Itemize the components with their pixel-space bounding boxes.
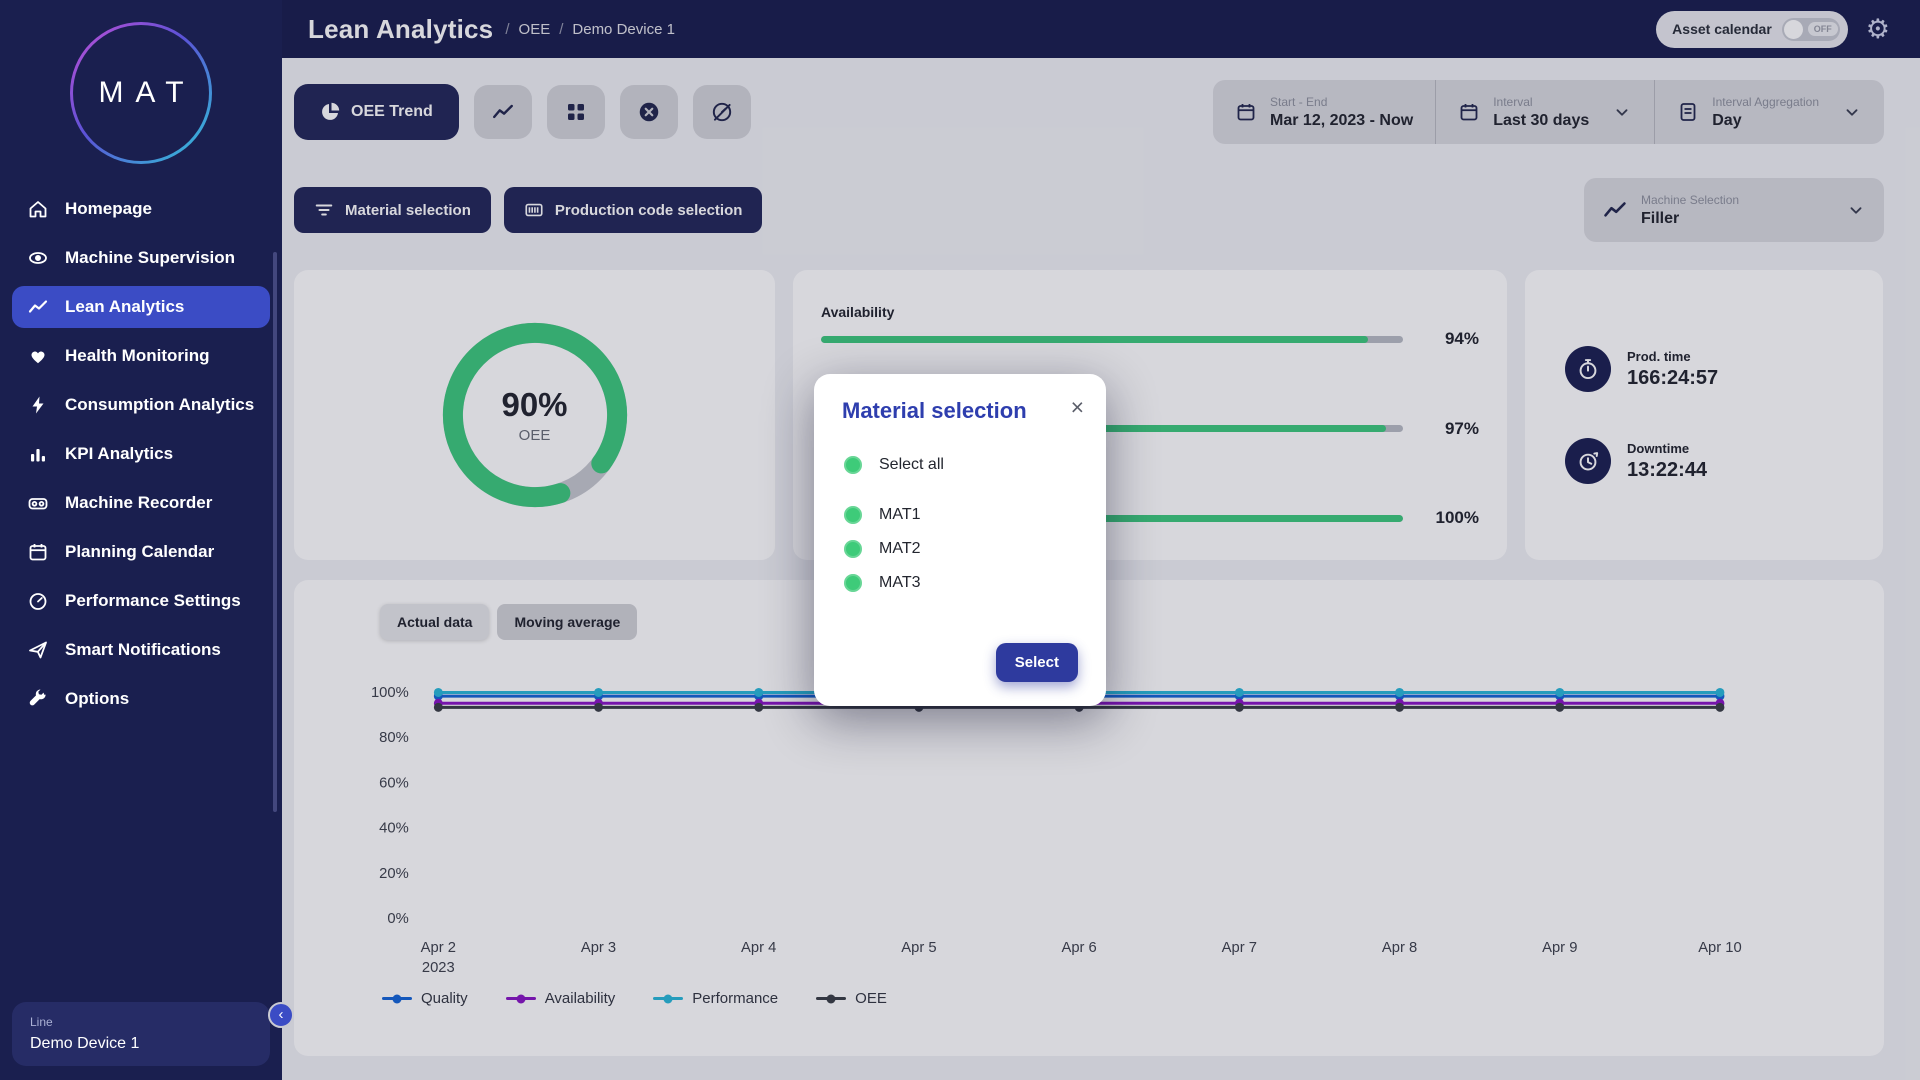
option-label: MAT2 [879,540,920,558]
sidebar-item-homepage[interactable]: Homepage [12,188,270,230]
material-selection-modal: Material selection × Select all MAT1 MAT… [814,374,1106,706]
sidebar-item-performance-settings[interactable]: Performance Settings [12,580,270,622]
sidebar-item-label: Machine Recorder [65,493,212,513]
logo: MAT [70,22,212,164]
sidebar-item-label: Health Monitoring [65,346,209,366]
sidebar-item-label: Smart Notifications [65,640,221,660]
sidebar-item-health-monitoring[interactable]: Health Monitoring [12,335,270,377]
sidebar-item-lean-analytics[interactable]: Lean Analytics [12,286,270,328]
close-icon[interactable]: × [1071,396,1084,419]
home-icon [26,198,50,220]
send-icon [26,639,50,661]
trend-icon [26,296,50,318]
sidebar: MAT Homepage Machine Supervision Lean An… [0,0,282,1080]
select-button[interactable]: Select [996,643,1078,682]
radio-selected-icon [844,540,862,558]
sidebar-item-label: Planning Calendar [65,542,214,562]
sidebar-item-planning-calendar[interactable]: Planning Calendar [12,531,270,573]
sidebar-item-smart-notifications[interactable]: Smart Notifications [12,629,270,671]
calendar-icon [26,541,50,563]
sidebar-item-options[interactable]: Options [12,678,270,720]
sidebar-item-label: Options [65,689,129,709]
option-mat2[interactable]: MAT2 [842,532,1078,566]
gauge-icon [26,590,50,612]
sidebar-nav: Homepage Machine Supervision Lean Analyt… [0,188,282,992]
recorder-icon [26,492,50,514]
option-select-all[interactable]: Select all [842,448,1078,482]
option-label: MAT3 [879,574,920,592]
bar-chart-icon [26,443,50,465]
sidebar-item-label: Machine Supervision [65,248,235,268]
modal-options: Select all MAT1 MAT2 MAT3 [842,448,1078,600]
sidebar-item-machine-recorder[interactable]: Machine Recorder [12,482,270,524]
sidebar-item-consumption-analytics[interactable]: Consumption Analytics [12,384,270,426]
radio-selected-icon [844,456,862,474]
sidebar-item-label: Performance Settings [65,591,241,611]
device-card-value: Demo Device 1 [30,1035,252,1053]
eye-icon [26,247,50,269]
option-mat3[interactable]: MAT3 [842,566,1078,600]
radio-selected-icon [844,506,862,524]
sidebar-item-label: KPI Analytics [65,444,173,464]
sidebar-item-machine-supervision[interactable]: Machine Supervision [12,237,270,279]
sidebar-item-label: Homepage [65,199,152,219]
modal-title: Material selection [842,398,1027,424]
chevron-left-icon: ‹ [279,1007,284,1022]
option-label: Select all [879,456,944,474]
heart-icon [26,345,50,367]
logo-text: MAT [86,76,195,110]
sidebar-collapse-button[interactable]: ‹ [268,1002,294,1028]
device-card-label: Line [30,1015,252,1029]
sidebar-item-label: Consumption Analytics [65,395,254,415]
bolt-icon [26,394,50,416]
radio-selected-icon [844,574,862,592]
option-label: MAT1 [879,506,920,524]
sidebar-item-kpi-analytics[interactable]: KPI Analytics [12,433,270,475]
device-card[interactable]: Line Demo Device 1 [12,1002,270,1066]
option-mat1[interactable]: MAT1 [842,498,1078,532]
sidebar-scrollbar[interactable] [273,252,277,812]
sidebar-item-label: Lean Analytics [65,297,184,317]
wrench-icon [26,688,50,710]
